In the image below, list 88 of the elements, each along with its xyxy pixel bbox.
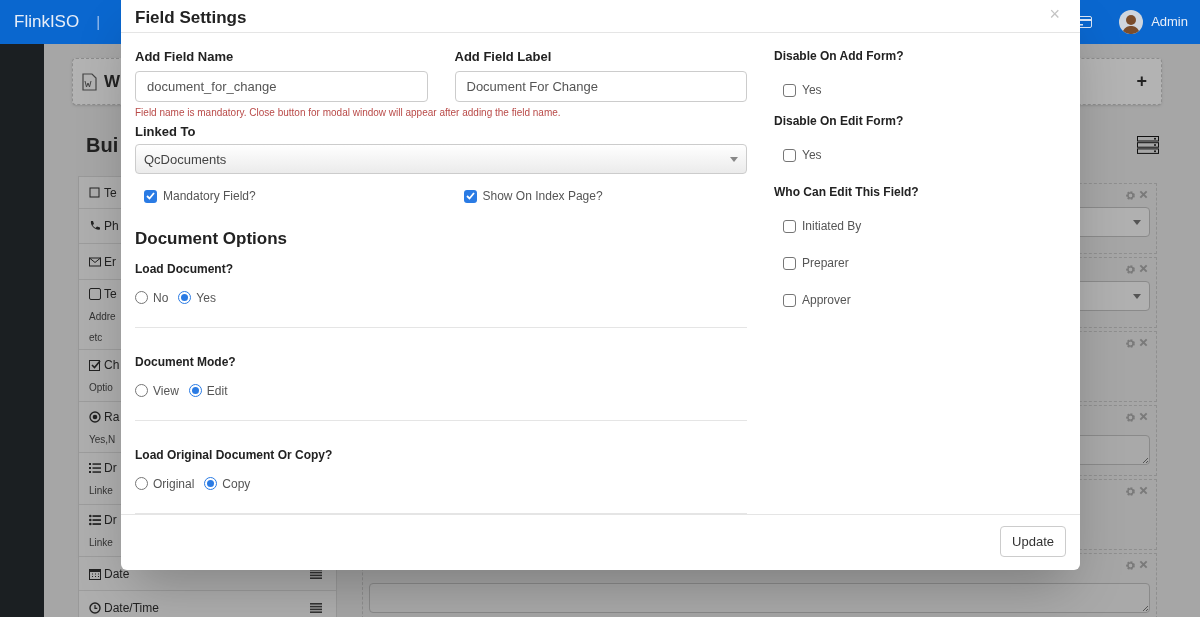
close-icon bbox=[1139, 486, 1148, 497]
field-type-note: Linke bbox=[89, 536, 113, 550]
gear-icon bbox=[1125, 264, 1136, 275]
field-type-label[interactable]: Dr bbox=[104, 511, 117, 529]
caret-icon bbox=[1133, 293, 1141, 299]
list-icon bbox=[89, 514, 101, 526]
brand-logo[interactable]: FlinkISO bbox=[14, 9, 80, 35]
separator: | bbox=[96, 11, 101, 32]
checkbox[interactable] bbox=[783, 148, 796, 162]
user-name[interactable]: Admin bbox=[1151, 12, 1188, 32]
field-label: Who Can Edit This Field? bbox=[774, 184, 920, 202]
field-type-note: Optio bbox=[89, 381, 113, 395]
checkbox-label: Yes bbox=[802, 82, 822, 100]
checkbox-label: Preparer bbox=[802, 255, 849, 273]
select-field[interactable]: QcDocuments bbox=[135, 144, 747, 175]
checkbox[interactable] bbox=[783, 293, 796, 307]
radio-label: Original bbox=[153, 475, 195, 493]
field-label: Disable On Edit Form? bbox=[774, 113, 905, 131]
envelope-icon bbox=[89, 255, 101, 268]
checkbox-label: Approver bbox=[802, 292, 851, 310]
text-field[interactable]: Document For Change bbox=[454, 70, 747, 102]
field-type-label[interactable]: Dr bbox=[104, 459, 117, 477]
gear-icon bbox=[1125, 560, 1136, 571]
radio-label: Yes bbox=[196, 289, 216, 307]
close-icon bbox=[1139, 412, 1148, 423]
checkbox[interactable] bbox=[463, 189, 477, 203]
gear-icon bbox=[1125, 486, 1136, 497]
field-type-label[interactable]: Date bbox=[104, 564, 130, 583]
field-type-label[interactable]: Date/Time bbox=[104, 598, 159, 617]
checkbox[interactable] bbox=[783, 83, 796, 97]
radio-label: No bbox=[153, 289, 169, 307]
text-field[interactable]: document_for_change bbox=[135, 70, 428, 102]
close-icon bbox=[1139, 560, 1148, 571]
checkbox[interactable] bbox=[783, 219, 796, 233]
checkbox-label: Initiated By bbox=[802, 218, 862, 236]
update-button[interactable]: Update bbox=[1000, 526, 1066, 557]
field-label: Load Original Document Or Copy? bbox=[135, 446, 334, 464]
field-label: Load Document? bbox=[135, 260, 234, 278]
field-type-note: Addre bbox=[89, 309, 116, 324]
field-type-label[interactable]: Ch bbox=[104, 356, 120, 374]
field-type-label[interactable]: Ph bbox=[104, 217, 119, 235]
list-icon bbox=[89, 462, 101, 474]
card-title: W bbox=[104, 70, 121, 93]
field-type-label[interactable]: Te bbox=[104, 284, 117, 303]
radio-label: View bbox=[153, 382, 179, 400]
phone-icon bbox=[89, 220, 101, 232]
checkbox-label: Show On Index Page? bbox=[482, 188, 603, 206]
server-icon bbox=[1137, 136, 1159, 154]
caret-icon bbox=[1133, 219, 1141, 225]
page-heading: Bui bbox=[86, 133, 119, 158]
clock-icon bbox=[89, 601, 101, 614]
field-type-note: Yes,N bbox=[89, 432, 116, 447]
field-type-label[interactable]: Er bbox=[104, 252, 116, 271]
close-icon bbox=[1139, 264, 1148, 275]
document-icon bbox=[82, 72, 97, 91]
close-icon bbox=[1139, 338, 1148, 349]
checkbox-label: Yes bbox=[802, 147, 822, 165]
field-label: Disable On Add Form? bbox=[774, 48, 905, 66]
field-type-label[interactable]: Te bbox=[104, 183, 117, 202]
field-label: Linked To bbox=[135, 122, 197, 141]
resize-handle-icon[interactable] bbox=[1141, 456, 1149, 464]
field-label: Add Field Name bbox=[135, 48, 235, 67]
square-icon bbox=[89, 287, 101, 300]
close-icon bbox=[1139, 190, 1148, 201]
radio-label: Edit bbox=[206, 382, 228, 400]
radio-icon bbox=[89, 410, 101, 423]
calendar-icon bbox=[89, 567, 101, 580]
field-label: Document Mode? bbox=[135, 353, 237, 371]
gear-icon bbox=[1125, 190, 1136, 201]
field-type-label[interactable]: Ra bbox=[104, 407, 120, 426]
resize-handle-icon[interactable] bbox=[1141, 604, 1149, 612]
gear-icon bbox=[1125, 338, 1136, 349]
field-type-note: etc bbox=[89, 330, 103, 345]
gear-icon bbox=[1125, 412, 1136, 423]
add-button[interactable]: + bbox=[1136, 68, 1147, 95]
checkbox-label: Mandatory Field? bbox=[163, 188, 256, 206]
checkbox[interactable] bbox=[144, 189, 157, 203]
radio-label: Copy bbox=[222, 475, 251, 493]
avatar-icon bbox=[1119, 10, 1144, 34]
field-type-note: Linke bbox=[89, 484, 113, 498]
square-icon bbox=[89, 186, 101, 199]
checkbox[interactable] bbox=[783, 256, 796, 270]
section-heading: Document Options bbox=[135, 228, 289, 251]
caret-icon bbox=[730, 156, 738, 162]
field-label: Add Field Label bbox=[454, 48, 553, 67]
error-message: Field name is mandatory. Close button for modal window will appear after adding the field name. bbox=[135, 105, 562, 120]
modal-title: Field Settings bbox=[135, 7, 247, 29]
checkbox-icon bbox=[89, 359, 101, 371]
